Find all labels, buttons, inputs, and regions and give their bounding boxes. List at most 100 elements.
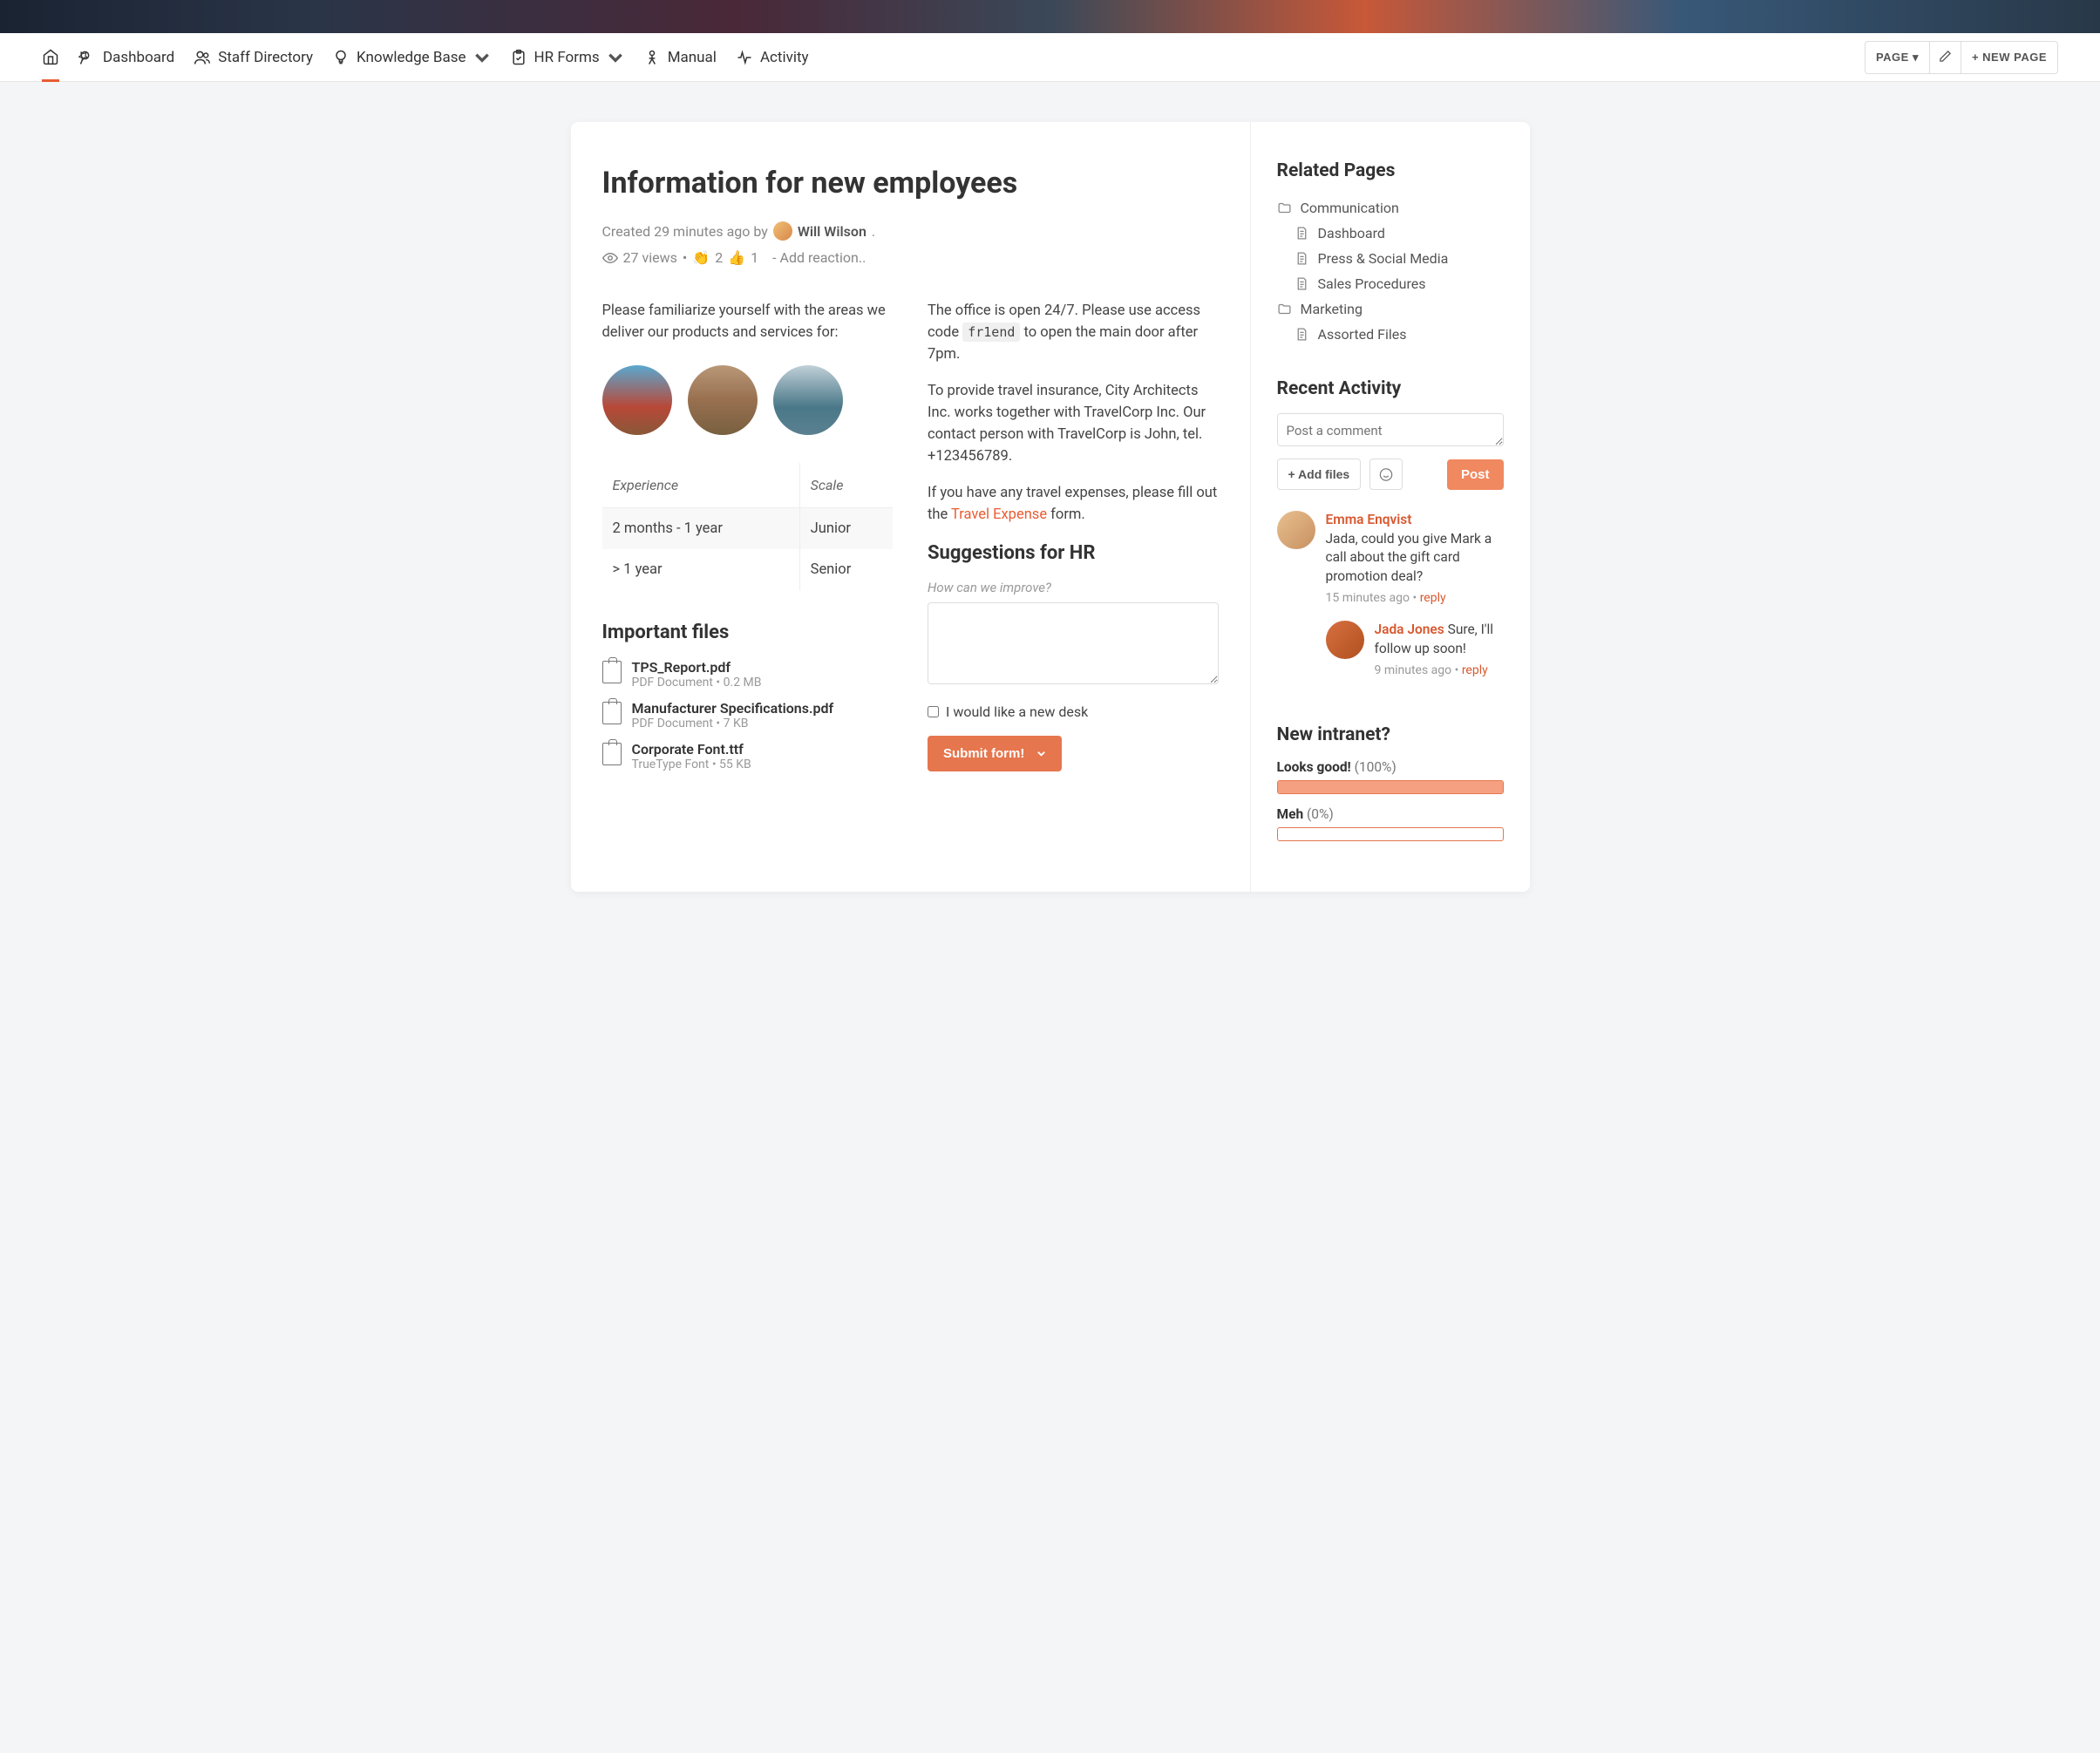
files-heading: Important files	[602, 622, 894, 643]
related-label: Communication	[1301, 200, 1399, 216]
file-item[interactable]: TPS_Report.pdfPDF Document • 0.2 MB	[602, 659, 894, 690]
submit-form-button[interactable]: Submit form!	[928, 736, 1062, 771]
page-title: Information for new employees	[602, 166, 1219, 200]
pencil-icon	[1939, 50, 1952, 63]
insurance-text: To provide travel insurance, City Archit…	[928, 381, 1219, 467]
comment-time: 9 minutes ago	[1375, 663, 1452, 677]
people-icon	[194, 49, 211, 66]
commenter-name[interactable]: Emma Enqvist	[1326, 512, 1412, 527]
nav-label: Dashboard	[103, 49, 174, 66]
person-icon	[643, 49, 661, 66]
clap-reaction[interactable]: 👏	[692, 249, 710, 266]
commenter-name[interactable]: Jada Jones	[1375, 622, 1444, 637]
smile-icon	[1379, 467, 1393, 482]
file-icon	[602, 702, 622, 724]
reply-link[interactable]: reply	[1420, 591, 1446, 605]
edit-page-button[interactable]	[1930, 41, 1961, 74]
th-experience: Experience	[602, 463, 800, 508]
comment-input[interactable]	[1277, 413, 1504, 446]
related-item[interactable]: Assorted Files	[1277, 322, 1504, 347]
thumbs-reaction[interactable]: 👍	[728, 249, 745, 266]
document-icon	[1295, 226, 1309, 241]
author-link[interactable]: Will Wilson	[798, 223, 867, 240]
chevron-down-icon	[473, 49, 491, 66]
file-meta: TrueType Font • 55 KB	[632, 758, 751, 771]
related-label: Dashboard	[1318, 225, 1385, 241]
expenses-text: If you have any travel expenses, please …	[928, 483, 1219, 527]
post-button[interactable]: Post	[1447, 459, 1504, 490]
reactions-bar: 27 views • 👏 2 👍 1 - Add reaction..	[602, 249, 1219, 266]
file-name: Corporate Font.ttf	[632, 741, 751, 758]
related-label: Press & Social Media	[1318, 250, 1449, 267]
activity-comment: Emma Enqvist Jada, could you give Mark a…	[1277, 511, 1504, 607]
location-image-3	[773, 365, 843, 435]
location-image-2	[688, 365, 758, 435]
file-icon	[602, 661, 622, 683]
poll-bar-2	[1277, 827, 1504, 841]
clap-count: 2	[715, 249, 723, 266]
experience-table: Experience Scale 2 months - 1 year Junio…	[602, 463, 894, 590]
related-label: Assorted Files	[1318, 326, 1407, 343]
page-meta: Created 29 minutes ago by Will Wilson.	[602, 221, 1219, 241]
related-item[interactable]: Communication	[1277, 195, 1504, 221]
thumbs-count: 1	[751, 249, 758, 266]
poll-option-2[interactable]: Meh (0%)	[1277, 806, 1504, 822]
reply-link[interactable]: reply	[1462, 663, 1488, 677]
add-reaction-button[interactable]: - Add reaction..	[772, 249, 866, 266]
emoji-button[interactable]	[1369, 459, 1403, 490]
eye-icon	[602, 250, 618, 266]
document-icon	[1295, 327, 1309, 342]
file-name: TPS_Report.pdf	[632, 659, 762, 676]
suggestions-heading: Suggestions for HR	[928, 542, 1219, 564]
add-files-button[interactable]: + Add files	[1277, 459, 1362, 490]
folder-icon	[1277, 200, 1292, 215]
home-icon	[42, 48, 59, 65]
avatar[interactable]	[1277, 511, 1315, 549]
related-item[interactable]: Sales Procedures	[1277, 271, 1504, 296]
nav-manual[interactable]: Manual	[643, 34, 717, 81]
travel-expense-link[interactable]: Travel Expense	[951, 506, 1047, 523]
poll-heading: New intranet?	[1277, 724, 1504, 745]
table-row: 2 months - 1 year Junior	[602, 507, 894, 549]
file-item[interactable]: Corporate Font.ttfTrueType Font • 55 KB	[602, 741, 894, 771]
comment-time: 15 minutes ago	[1326, 591, 1410, 605]
file-item[interactable]: Manufacturer Specifications.pdfPDF Docum…	[602, 700, 894, 730]
nav-dashboard[interactable]: Dashboard	[78, 34, 174, 81]
nav-label: Manual	[668, 49, 717, 66]
related-item[interactable]: Press & Social Media	[1277, 246, 1504, 271]
suggestions-textarea[interactable]	[928, 602, 1219, 684]
checkbox-label: I would like a new desk	[946, 703, 1088, 720]
page-dropdown-button[interactable]: PAGE ▾	[1865, 41, 1930, 74]
recent-activity-heading: Recent Activity	[1277, 378, 1504, 399]
new-desk-checkbox[interactable]	[928, 706, 939, 717]
activity-icon	[736, 49, 753, 66]
file-meta: PDF Document • 7 KB	[632, 717, 834, 730]
nav-staff-directory[interactable]: Staff Directory	[194, 34, 313, 81]
office-hours-text: The office is open 24/7. Please use acce…	[928, 301, 1219, 365]
nav-activity[interactable]: Activity	[736, 34, 809, 81]
activity-reply: Jada Jones Sure, I'll follow up soon! 9 …	[1326, 621, 1504, 679]
nav-label: Activity	[760, 49, 809, 66]
related-item[interactable]: Dashboard	[1277, 221, 1504, 246]
file-name: Manufacturer Specifications.pdf	[632, 700, 834, 717]
document-icon	[1295, 276, 1309, 291]
poll-option-1[interactable]: Looks good! (100%)	[1277, 759, 1504, 775]
top-nav: Dashboard Staff Directory Knowledge Base…	[0, 33, 2100, 82]
table-row: > 1 year Senior	[602, 549, 894, 590]
related-item[interactable]: Marketing	[1277, 296, 1504, 322]
pin-icon	[78, 49, 96, 66]
related-pages-heading: Related Pages	[1277, 160, 1504, 181]
author-avatar[interactable]	[773, 221, 792, 241]
folder-icon	[1277, 302, 1292, 316]
hero-banner	[0, 0, 2100, 33]
new-desk-row[interactable]: I would like a new desk	[928, 703, 1219, 720]
nav-label: HR Forms	[534, 49, 600, 66]
file-icon	[602, 743, 622, 765]
nav-hr-forms[interactable]: HR Forms	[510, 34, 624, 81]
file-meta: PDF Document • 0.2 MB	[632, 676, 762, 690]
nav-home[interactable]	[42, 34, 59, 82]
new-page-button[interactable]: + NEW PAGE	[1961, 41, 2058, 74]
nav-knowledge-base[interactable]: Knowledge Base	[332, 34, 490, 81]
avatar[interactable]	[1326, 621, 1364, 659]
nav-label: Knowledge Base	[357, 49, 466, 66]
